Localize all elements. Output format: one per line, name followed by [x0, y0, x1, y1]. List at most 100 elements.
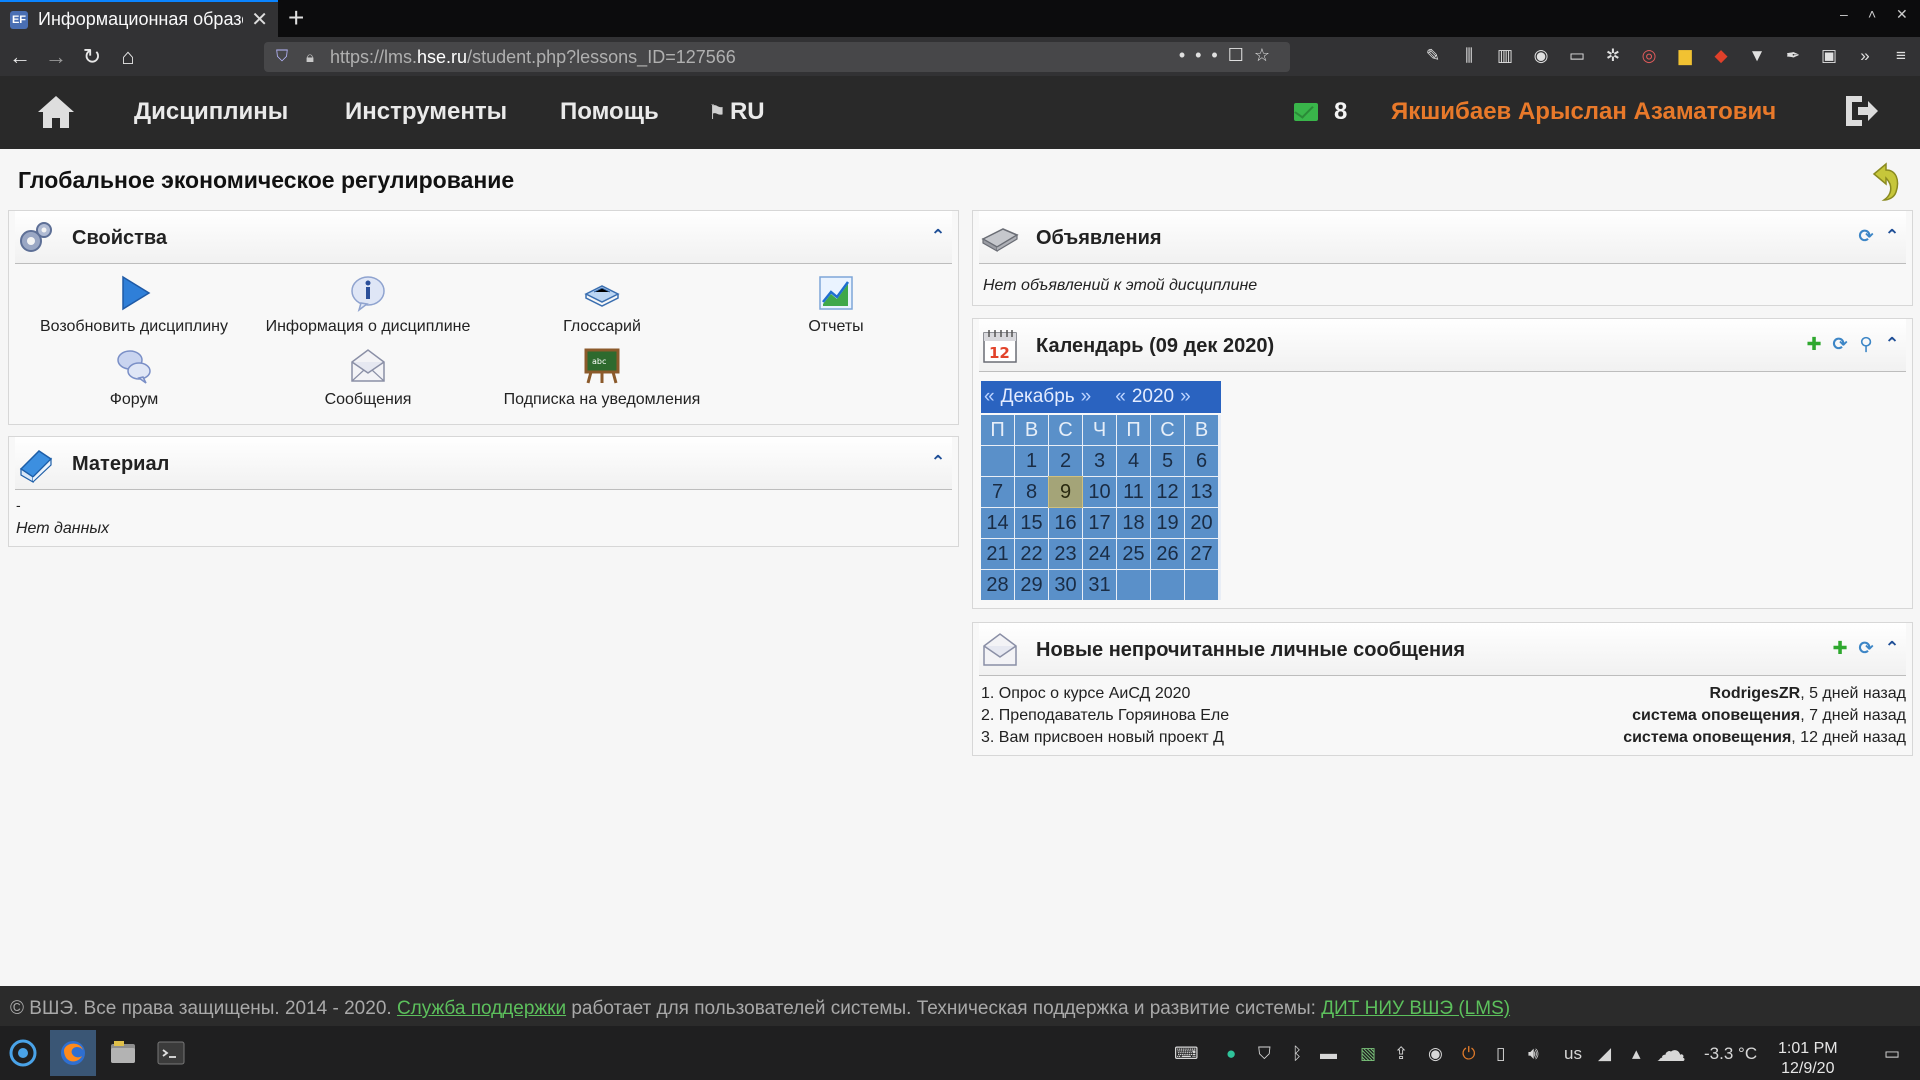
calendar-day[interactable]: 22 — [1015, 539, 1048, 569]
display-icon[interactable]: ▯ — [1496, 1044, 1505, 1064]
notification-icon[interactable]: ● — [1226, 1044, 1236, 1064]
weather-cloud-icon[interactable]: ☁ — [1656, 1034, 1686, 1069]
calendar-day[interactable]: 14 — [981, 508, 1014, 538]
calendar-day[interactable]: 8 — [1015, 477, 1048, 507]
calendar-day[interactable]: 6 — [1185, 446, 1218, 476]
calendar-day[interactable]: 31 — [1083, 570, 1116, 600]
back-icon[interactable]: ← — [2, 44, 38, 70]
tracking-shield-icon[interactable]: ⛉ — [276, 48, 298, 66]
firefox-icon[interactable] — [58, 1038, 88, 1068]
close-tab-icon[interactable]: ✕ — [251, 7, 268, 32]
return-arrow-icon[interactable] — [1866, 160, 1902, 202]
resume-discipline-link[interactable]: Возобновить дисциплину — [17, 274, 251, 336]
browser-tab[interactable]: ЕF Информационная образо ✕ — [0, 0, 278, 37]
reports-link[interactable]: Отчеты — [719, 274, 953, 336]
extension-globe-icon[interactable]: ◉ — [1530, 45, 1552, 67]
month-label[interactable]: Декабрь — [1001, 386, 1075, 408]
calendar-day[interactable]: 20 — [1185, 508, 1218, 538]
user-name[interactable]: Якшибаев Арыслан Азаматович — [1391, 98, 1776, 126]
page-actions-icon[interactable]: •••☐☆ — [1179, 45, 1280, 66]
message-row[interactable]: 3. Вам присвоен новый проект Д система о… — [981, 729, 1906, 747]
prev-month-button[interactable]: « — [984, 386, 995, 408]
menu-help[interactable]: Помощь — [560, 98, 659, 126]
calendar-day[interactable]: 2 — [1049, 446, 1082, 476]
calendar-day[interactable]: 4 — [1117, 446, 1150, 476]
wifi-icon[interactable]: ◢ — [1598, 1044, 1611, 1064]
year-label[interactable]: 2020 — [1132, 386, 1174, 408]
calendar-day[interactable]: 29 — [1015, 570, 1048, 600]
extension-feather-icon[interactable]: ✒ — [1782, 45, 1804, 67]
power-icon[interactable]: ⏻ — [1462, 1044, 1475, 1064]
calendar-day[interactable]: 13 — [1185, 477, 1218, 507]
extension-v-icon[interactable]: ▼ — [1746, 45, 1768, 67]
home-browser-icon[interactable]: ⌂ — [110, 44, 146, 70]
calendar-day[interactable]: 23 — [1049, 539, 1082, 569]
start-menu-icon[interactable] — [8, 1038, 38, 1068]
url-text[interactable]: https://lms.hse.ru/student.php?lessons_I… — [324, 47, 736, 68]
security-shield-icon[interactable]: ⛉ — [1258, 1044, 1271, 1064]
gear-icon[interactable]: ✲ — [1602, 45, 1624, 67]
extension-eye-icon[interactable]: ◎ — [1638, 45, 1660, 67]
logout-icon[interactable] — [1842, 92, 1880, 130]
glossary-link[interactable]: Глоссарий — [485, 274, 719, 336]
calendar-day[interactable]: 7 — [981, 477, 1014, 507]
unread-messages[interactable]: 8 — [1294, 98, 1347, 126]
subscription-link[interactable]: abc Подписка на уведомления — [485, 347, 719, 409]
refresh-icon[interactable]: ⟳ — [1830, 334, 1850, 354]
support-link[interactable]: Служба поддержки — [397, 998, 566, 1019]
hamburger-menu-icon[interactable]: ≡ — [1890, 45, 1912, 67]
extension-folder-icon[interactable]: ▆ — [1674, 45, 1696, 67]
collapse-icon[interactable]: ⌃ — [1882, 638, 1902, 658]
forward-icon[interactable]: → — [38, 44, 74, 70]
wrench-icon[interactable]: ✎ — [1422, 45, 1444, 67]
extension-screen-icon[interactable]: ▭ — [1566, 45, 1588, 67]
menu-disciplines[interactable]: Дисциплины — [134, 98, 288, 126]
refresh-icon[interactable]: ⟳ — [1856, 638, 1876, 658]
extension-fox-icon[interactable]: ◆ — [1710, 45, 1732, 67]
next-month-button[interactable]: » — [1081, 386, 1092, 408]
new-tab-icon[interactable]: + — [288, 3, 304, 33]
calendar-day[interactable]: 11 — [1117, 477, 1150, 507]
message-row[interactable]: 2. Преподаватель Горяинова Еле система о… — [981, 707, 1906, 725]
overflow-icon[interactable]: » — [1854, 45, 1876, 67]
calendar-day[interactable]: 26 — [1151, 539, 1184, 569]
calendar-day[interactable]: 5 — [1151, 446, 1184, 476]
message-subject[interactable]: Опрос о курсе АиСД 2020 — [999, 685, 1191, 702]
home-icon[interactable] — [36, 94, 76, 130]
message-subject[interactable]: Преподаватель Горяинова Еле — [999, 707, 1229, 724]
calendar-day[interactable]: 10 — [1083, 477, 1116, 507]
calendar-day[interactable]: 19 — [1151, 508, 1184, 538]
add-icon[interactable]: ✚ — [1804, 334, 1824, 354]
language-switch[interactable]: ⚑ RU — [708, 98, 765, 126]
menu-tools[interactable]: Инструменты — [345, 98, 507, 126]
calendar-day[interactable]: 16 — [1049, 508, 1082, 538]
calendar-day-today[interactable]: 9 — [1048, 476, 1083, 508]
message-row[interactable]: 1. Опрос о курсе АиСД 2020 RodrigesZR, 5… — [981, 685, 1906, 703]
restore-icon[interactable]: ˄ — [1868, 6, 1876, 22]
show-desktop-icon[interactable]: ▭ — [1884, 1044, 1900, 1064]
extension-box-icon[interactable]: ▣ — [1818, 45, 1840, 67]
calendar-day[interactable]: 21 — [981, 539, 1014, 569]
keyboard-layout-icon[interactable]: ⌨ — [1174, 1044, 1199, 1064]
search-icon[interactable]: ⚲ — [1856, 334, 1876, 354]
add-icon[interactable]: ✚ — [1830, 638, 1850, 658]
keyboard-language[interactable]: us — [1564, 1044, 1582, 1064]
dit-link[interactable]: ДИТ НИУ ВШЭ (LMS) — [1321, 998, 1510, 1019]
bluetooth-icon[interactable]: ᛒ — [1292, 1044, 1302, 1064]
calendar-day[interactable]: 1 — [1015, 446, 1048, 476]
message-subject[interactable]: Вам присвоен новый проект Д — [999, 729, 1224, 746]
calendar-day[interactable]: 3 — [1083, 446, 1116, 476]
window-close-icon[interactable]: ✕ — [1896, 6, 1908, 23]
calendar-day[interactable]: 17 — [1083, 508, 1116, 538]
forum-link[interactable]: Форум — [17, 347, 251, 409]
calendar-day[interactable]: 25 — [1117, 539, 1150, 569]
calendar-day[interactable]: 30 — [1049, 570, 1082, 600]
nvidia-icon[interactable]: ◉ — [1428, 1044, 1443, 1064]
tray-expand-icon[interactable]: ▴ — [1632, 1044, 1641, 1064]
calendar-day[interactable]: 12 — [1151, 477, 1184, 507]
volume-icon[interactable]: 🔊︎ — [1528, 1044, 1539, 1064]
calendar-day[interactable]: 15 — [1015, 508, 1048, 538]
calendar-day[interactable]: 24 — [1083, 539, 1116, 569]
terminal-icon[interactable] — [156, 1038, 186, 1068]
prev-year-button[interactable]: « — [1115, 386, 1126, 408]
